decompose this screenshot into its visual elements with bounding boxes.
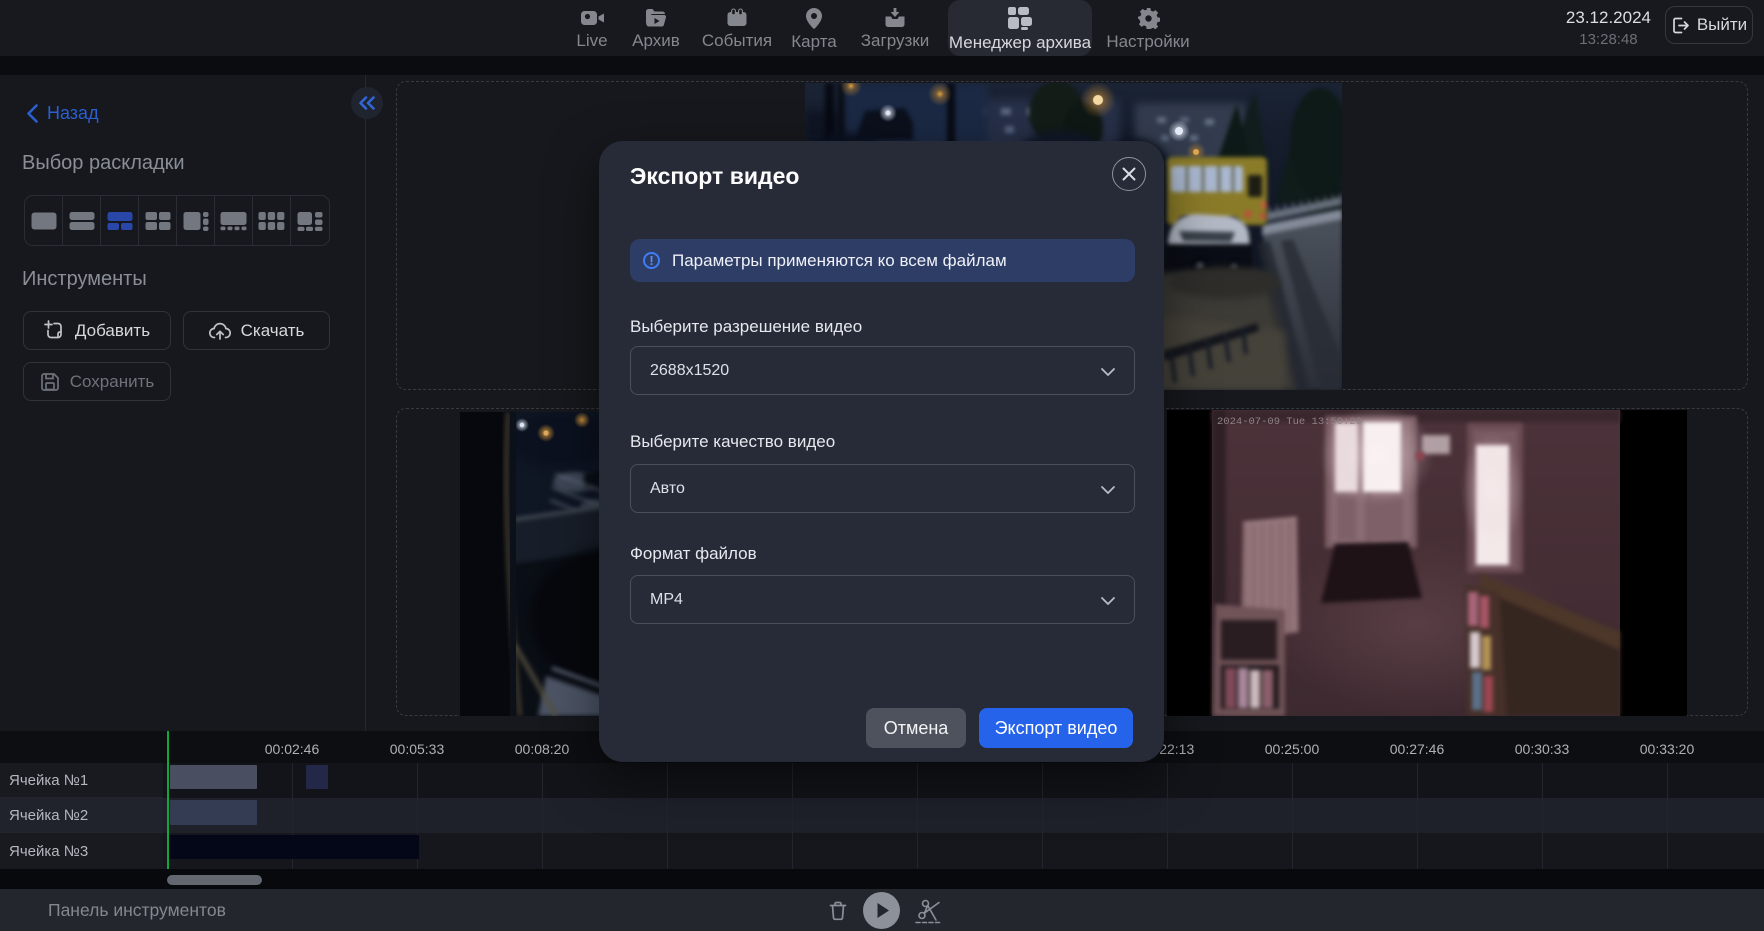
svg-text:2024-07-09 Tue 13:59:20: 2024-07-09 Tue 13:59:20 bbox=[1217, 416, 1362, 428]
